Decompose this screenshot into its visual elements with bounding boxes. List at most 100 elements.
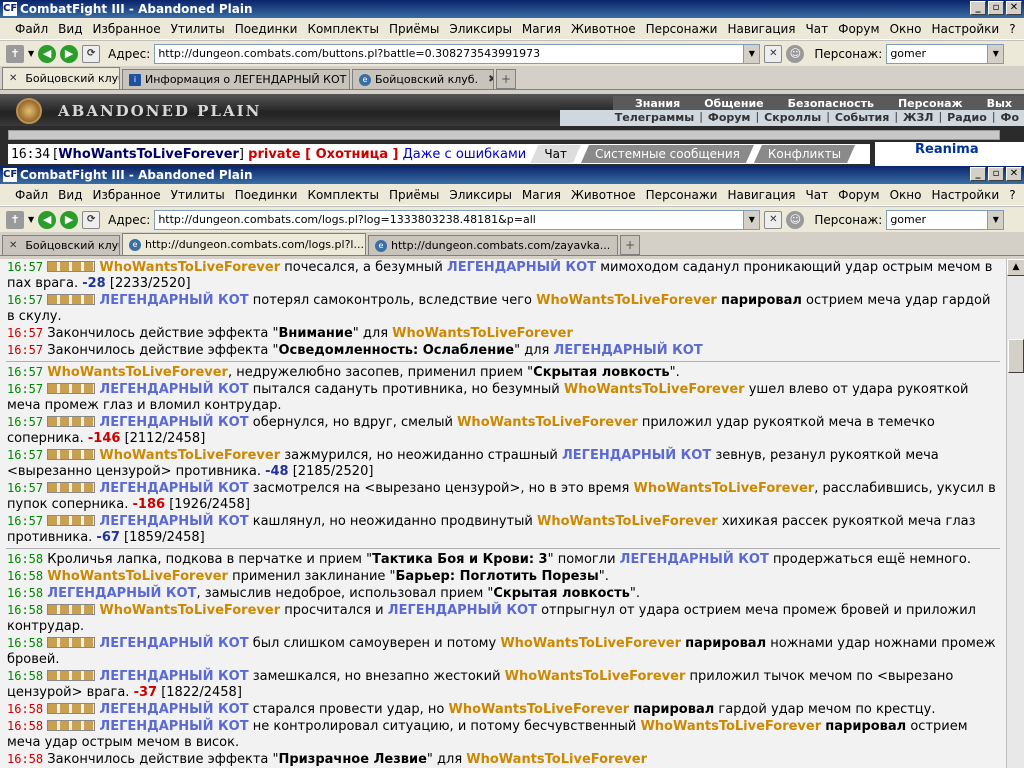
player-name-who[interactable]: WhoWantsToLiveForever [99, 260, 280, 275]
maximize-button[interactable]: ▫ [988, 1, 1004, 15]
menu-item[interactable]: Настройки [926, 188, 1004, 202]
address-input[interactable]: http://dungeon.combats.com/logs.pl?log=1… [154, 209, 761, 230]
scroll-up-icon[interactable]: ▲ [1007, 259, 1024, 276]
menu-item[interactable]: Комплекты [302, 22, 384, 36]
menu-item[interactable]: Утилиты [166, 22, 230, 36]
menu-item[interactable]: Настройки [926, 22, 1004, 36]
chat-sender[interactable]: WhoWantsToLiveForever [58, 147, 239, 162]
player-name-who[interactable]: WhoWantsToLiveForever [47, 365, 228, 380]
menu-item[interactable]: Файл [10, 22, 53, 36]
game-subnav-item[interactable]: ЖЗЛ [898, 110, 938, 126]
player-name-who[interactable]: WhoWantsToLiveForever [47, 569, 228, 584]
tab-fight-club-2[interactable]: e Бойцовский клуб. ✖ [352, 69, 494, 89]
player-name-kot[interactable]: ЛЕГЕНДАРНЫЙ КОТ [620, 552, 769, 567]
close-button[interactable]: ✕ [1006, 167, 1022, 181]
menu-item[interactable]: Избранное [87, 22, 165, 36]
menu-item[interactable]: Утилиты [166, 188, 230, 202]
forward-button[interactable]: ▶ [60, 210, 79, 229]
menu-item[interactable]: Чат [801, 188, 834, 202]
player-name-kot[interactable]: ЛЕГЕНДАРНЫЙ КОТ [554, 343, 703, 358]
back-button[interactable]: ◀ [38, 44, 57, 63]
game-subnav-item[interactable]: Форум [703, 110, 756, 126]
menu-item[interactable]: Файл [10, 188, 53, 202]
player-name-kot[interactable]: ЛЕГЕНДАРНЫЙ КОТ [99, 415, 248, 430]
player-name-who[interactable]: WhoWantsToLiveForever [500, 636, 681, 651]
tab-zayavka[interactable]: ehttp://dungeon.combats.com/zayavka...✖ [368, 235, 618, 255]
tab-info[interactable]: iИнформация о ЛЕГЕНДАРНЫЙ КОТ✖ [122, 69, 350, 89]
menu-item[interactable]: Животное [566, 188, 641, 202]
menu-item[interactable]: Окно [885, 22, 927, 36]
stop-button[interactable]: ✕ [764, 210, 783, 229]
player-name-who[interactable]: WhoWantsToLiveForever [466, 752, 647, 767]
menu-item[interactable]: ? [1004, 188, 1020, 202]
player-name-who[interactable]: WhoWantsToLiveForever [392, 326, 573, 341]
pin-icon[interactable]: ✝ [6, 44, 24, 63]
menu-item[interactable]: Форум [833, 188, 884, 202]
player-name-who[interactable]: WhoWantsToLiveForever [448, 702, 629, 717]
menu-item[interactable]: Форум [833, 22, 884, 36]
player-name-kot[interactable]: ЛЕГЕНДАРНЫЙ КОТ [388, 603, 537, 618]
player-name-who[interactable]: WhoWantsToLiveForever [99, 448, 280, 463]
new-tab-button[interactable]: + [620, 235, 640, 255]
users-icon[interactable]: ☺ [786, 44, 805, 63]
menu-item[interactable]: Навигация [722, 22, 800, 36]
menu-item[interactable]: Комплекты [302, 188, 384, 202]
close-button[interactable]: ✕ [1006, 1, 1022, 15]
player-list[interactable]: Reanima [875, 142, 1024, 166]
game-subnav-item[interactable]: Скроллы [759, 110, 826, 126]
refresh-button[interactable]: ⟳ [82, 44, 101, 63]
minimize-button[interactable]: _ [970, 167, 986, 181]
menu-item[interactable]: Навигация [722, 188, 800, 202]
player-name-who[interactable]: WhoWantsToLiveForever [99, 603, 280, 618]
player-name-kot[interactable]: ЛЕГЕНДАРНЫЙ КОТ [99, 481, 248, 496]
character-select[interactable]: gomer ▼ [886, 43, 1005, 64]
game-subnav-item[interactable]: Телеграммы [610, 110, 699, 126]
player-name-who[interactable]: WhoWantsToLiveForever [505, 669, 686, 684]
menu-item[interactable]: Вид [53, 188, 87, 202]
stop-button[interactable]: ✕ [764, 44, 783, 63]
maximize-button[interactable]: ▫ [988, 167, 1004, 181]
menu-item[interactable]: Персонажи [641, 22, 723, 36]
game-subnav-item[interactable]: Радио [942, 110, 992, 126]
dropdown-arrow-icon[interactable]: ▼ [28, 49, 34, 58]
game-subnav-item[interactable]: Фо [996, 110, 1024, 126]
tab-conflicts[interactable]: Конфликты [754, 145, 855, 163]
character-dropdown-icon[interactable]: ▼ [987, 44, 1004, 63]
chat-private[interactable]: private [ Охотница ] [248, 147, 398, 162]
menu-item[interactable]: Приёмы [384, 188, 444, 202]
tab-chat[interactable]: Чат [530, 145, 581, 163]
address-dropdown-icon[interactable]: ▼ [743, 44, 760, 63]
player-name-kot[interactable]: ЛЕГЕНДАРНЫЙ КОТ [447, 260, 596, 275]
menu-item[interactable]: ? [1004, 22, 1020, 36]
player-name-kot[interactable]: ЛЕГЕНДАРНЫЙ КОТ [99, 636, 248, 651]
player-name-who[interactable]: WhoWantsToLiveForever [457, 415, 638, 430]
vertical-scrollbar[interactable]: ▲ [1006, 259, 1024, 768]
scroll-thumb[interactable] [1008, 339, 1024, 373]
minimize-button[interactable]: _ [970, 1, 986, 15]
address-dropdown-icon[interactable]: ▼ [743, 210, 760, 229]
player-name-kot[interactable]: ЛЕГЕНДАРНЫЙ КОТ [99, 719, 248, 734]
menu-item[interactable]: Эликсиры [444, 188, 517, 202]
player-name-kot[interactable]: ЛЕГЕНДАРНЫЙ КОТ [562, 448, 711, 463]
refresh-button[interactable]: ⟳ [82, 210, 101, 229]
player-name-kot[interactable]: ЛЕГЕНДАРНЫЙ КОТ [99, 293, 248, 308]
player-name-kot[interactable]: ЛЕГЕНДАРНЫЙ КОТ [99, 382, 248, 397]
title-bar[interactable]: CF CombatFight III - Abandoned Plain _ ▫… [0, 0, 1024, 18]
menu-item[interactable]: Персонажи [641, 188, 723, 202]
player-name-who[interactable]: WhoWantsToLiveForever [536, 293, 717, 308]
player-name-kot[interactable]: ЛЕГЕНДАРНЫЙ КОТ [99, 669, 248, 684]
player-name-who[interactable]: WhoWantsToLiveForever [537, 514, 718, 529]
tab-system-messages[interactable]: Системные сообщения [581, 145, 754, 163]
player-name-kot[interactable]: ЛЕГЕНДАРНЫЙ КОТ [47, 586, 196, 601]
player-name-kot[interactable]: ЛЕГЕНДАРНЫЙ КОТ [99, 514, 248, 529]
player-name-kot[interactable]: ЛЕГЕНДАРНЫЙ КОТ [99, 702, 248, 717]
tab-logs[interactable]: e http://dungeon.combats.com/logs.pl?l...… [122, 233, 366, 255]
tab-fight-club[interactable]: ✕ Бойцовский клуб [2, 67, 120, 89]
menu-item[interactable]: Вид [53, 22, 87, 36]
menu-item[interactable]: Эликсиры [444, 22, 517, 36]
player-name-who[interactable]: WhoWantsToLiveForever [640, 719, 821, 734]
dropdown-arrow-icon[interactable]: ▼ [28, 215, 34, 224]
back-button[interactable]: ◀ [38, 210, 57, 229]
player-name[interactable]: Reanima [875, 142, 979, 157]
menu-item[interactable]: Окно [885, 188, 927, 202]
